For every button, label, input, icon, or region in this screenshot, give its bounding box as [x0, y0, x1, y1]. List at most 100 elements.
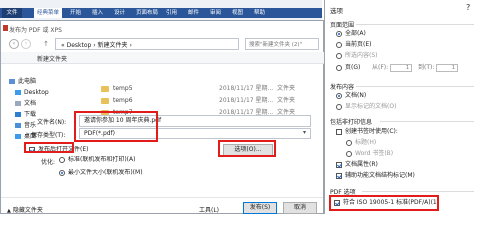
search-placeholder: 搜索"新建文件夹 (2)" [249, 42, 303, 48]
publish-button[interactable]: 发布(S) [243, 202, 277, 214]
page-range-pages-radio[interactable]: 页(G) [336, 64, 360, 72]
folder-icon [101, 97, 109, 104]
tree-item-this-pc[interactable]: 此电脑 [9, 77, 36, 86]
ribbon-tab-home[interactable]: 开始 [70, 9, 81, 18]
ribbon-tab-layout[interactable]: 页面布局 [136, 9, 158, 18]
ribbon-tab-mailings[interactable]: 邮件 [188, 9, 199, 18]
file-name: temp5 [113, 85, 133, 92]
radio-icon [346, 150, 352, 157]
accessibility-tags-checkbox[interactable]: 辅助功能文档结构标记(M) [336, 172, 415, 180]
file-type: 文件夹 [277, 97, 296, 104]
folder-icon [101, 85, 109, 92]
create-bookmarks-checkbox[interactable]: 创建书签时使用(C): [336, 128, 398, 136]
radio-label: 最小文件大小(联机发布)(M) [68, 169, 143, 176]
radio-label: 当前页(E) [345, 41, 372, 48]
publish-pdf-dialog: 发布为 PDF 或 XPS ‹ › ↑ « Desktop › 新建文件夹 › … [0, 20, 325, 214]
checkbox-label: 创建书签时使用(C): [345, 128, 398, 135]
radio-label: 所选内容(S) [345, 52, 378, 59]
cancel-button[interactable]: 取消 [283, 202, 317, 214]
downloads-icon [15, 112, 21, 117]
highlight-open-after-box [24, 142, 74, 153]
page-range-current-radio[interactable]: 当前页(E) [336, 41, 371, 49]
page-range-all-radio[interactable]: 全部(A) [336, 30, 366, 38]
ribbon-tab-insert[interactable]: 插入 [92, 9, 103, 18]
checkbox-label: 文档属性(R) [345, 161, 378, 168]
bookmark-headings-radio[interactable]: 标题(H) [346, 139, 376, 147]
ribbon-tab-classic-menu[interactable]: 经典菜单 [34, 8, 62, 18]
hide-folders-toggle[interactable]: ▲ 隐藏文件夹 [7, 205, 43, 214]
options-dialog-title: 选项 [330, 7, 343, 15]
bookmark-word-radio[interactable]: Word 书签(B) [346, 150, 393, 158]
radio-label: 标准(联机发布和打印)(A) [68, 156, 136, 163]
ribbon-tab-file[interactable]: 文件 [2, 8, 22, 18]
publish-markup-radio[interactable]: 显示标记的文档(O) [336, 103, 396, 111]
include-nonprint-header: 包括非打印信息 [330, 119, 373, 126]
tree-item-music[interactable]: 音乐 [15, 121, 36, 130]
word-app-icon [3, 25, 8, 31]
divider [356, 86, 474, 87]
checkbox-label: 辅助功能文档结构标记(M) [345, 172, 415, 179]
highlight-filename-box [74, 111, 158, 142]
radio-icon [336, 103, 342, 110]
radio-icon [336, 41, 342, 48]
tree-item-documents[interactable]: 文档 [15, 99, 36, 108]
ribbon-tab-review[interactable]: 审阅 [210, 9, 221, 18]
tree-item-label: 音乐 [24, 122, 37, 129]
publish-document-radio[interactable]: 文档(N) [336, 92, 366, 100]
from-label: 从(F): [372, 64, 389, 71]
optimize-minimum-radio[interactable]: 最小文件大小(联机发布)(M) [59, 169, 143, 177]
page-range-selection-radio[interactable]: 所选内容(S) [336, 52, 378, 60]
tree-item-label: 下载 [24, 111, 37, 118]
radio-icon [59, 156, 65, 163]
desktop-icon [15, 134, 21, 139]
hide-folders-label: 隐藏文件夹 [12, 207, 43, 214]
tools-menu[interactable]: 工具(L) [199, 205, 219, 214]
tree-item-downloads[interactable]: 下载 [15, 110, 36, 119]
ribbon-tab-help[interactable]: 帮助 [254, 9, 265, 18]
list-item[interactable]: temp6 2018/11/17 星期... 文件夹 [101, 96, 295, 106]
radio-icon [336, 52, 342, 59]
filetype-label: 保存类型(T): [31, 132, 66, 139]
checkbox-checked-icon [336, 172, 342, 179]
list-item[interactable]: temp5 2018/11/17 星期... 文件夹 [101, 84, 295, 94]
address-path: « Desktop › 新建文件夹 › [61, 42, 132, 49]
tree-item-label: Desktop [24, 89, 49, 96]
forward-arrow-icon[interactable]: › [21, 39, 31, 49]
tree-item-label: 文档 [24, 100, 37, 107]
desktop-icon [15, 90, 21, 95]
from-spinner[interactable]: 1 [390, 64, 412, 72]
back-arrow-icon[interactable]: ‹ [9, 39, 19, 49]
chevron-up-icon: ▲ [7, 208, 11, 214]
divider [380, 121, 474, 122]
ribbon-tab-design[interactable]: 设计 [114, 9, 125, 18]
help-icon[interactable]: ? [466, 3, 470, 12]
tree-item-desktop[interactable]: Desktop [15, 88, 49, 97]
file-date: 2018/11/17 星期... [219, 97, 274, 104]
optimize-label: 优化: [41, 159, 56, 166]
tree-item-label: 此电脑 [18, 78, 37, 85]
ribbon-tab-references[interactable]: 引用 [166, 9, 177, 18]
file-type: 文件夹 [277, 85, 296, 92]
radio-icon [346, 139, 352, 146]
divider [356, 24, 474, 25]
up-arrow-icon[interactable]: ↑ [41, 39, 51, 49]
page-range-header: 页面范围 [330, 22, 355, 29]
new-folder-button[interactable]: 新建文件夹 [37, 54, 67, 63]
music-icon [15, 123, 21, 128]
computer-icon [9, 79, 15, 84]
file-date: 2018/11/17 星期... [219, 85, 274, 92]
radio-label: 标题(H) [355, 139, 377, 146]
to-spinner[interactable]: 1 [436, 64, 458, 72]
radio-selected-icon [59, 169, 65, 176]
radio-selected-icon [336, 92, 342, 99]
file-name: temp6 [113, 97, 133, 104]
doc-properties-checkbox[interactable]: 文档属性(R) [336, 161, 378, 169]
dialog-title: 发布为 PDF 或 XPS [9, 27, 62, 34]
radio-selected-icon [336, 30, 342, 37]
optimize-standard-radio[interactable]: 标准(联机发布和打印)(A) [59, 156, 135, 164]
radio-icon [336, 64, 342, 71]
divider [1, 197, 323, 198]
to-label: 到(T): [418, 64, 435, 71]
divider [362, 191, 474, 192]
ribbon-tab-view[interactable]: 视图 [232, 9, 243, 18]
